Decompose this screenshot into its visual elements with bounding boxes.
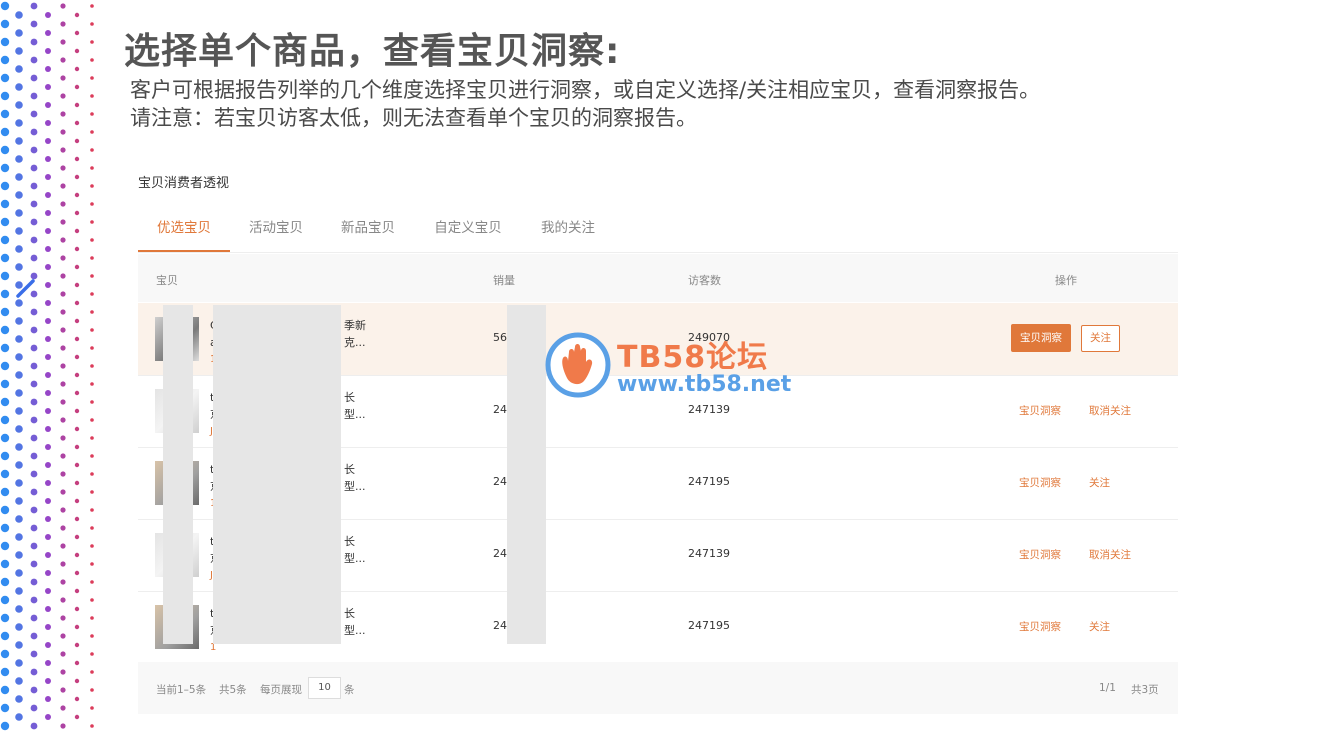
tab-campaign-items[interactable]: 活动宝贝	[236, 212, 316, 252]
slide-title: 选择单个商品，查看宝贝洞察:	[124, 31, 621, 72]
page-indicator: 1/1	[1099, 682, 1116, 694]
page-size-label: 每页展现	[260, 684, 302, 696]
tab-preferred-items[interactable]: 优选宝贝	[138, 212, 230, 252]
tab-new-items[interactable]: 新品宝贝	[328, 212, 408, 252]
item-insight-button[interactable]: 宝贝洞察	[1011, 324, 1071, 352]
visitors-value: 247139	[688, 547, 730, 560]
slide-description: 客户可根据报告列举的几个维度选择宝贝进行洞察，或自定义选择/关注相应宝贝，查看洞…	[130, 76, 1040, 132]
total-count: 共5条	[219, 684, 247, 696]
follow-button[interactable]: 关注	[1081, 325, 1120, 352]
decorative-dot-pattern	[0, 1, 94, 731]
sales-value: 56	[493, 331, 507, 344]
visitors-value: 247139	[688, 403, 730, 416]
tab-my-follows[interactable]: 我的关注	[528, 212, 608, 252]
watermark-title: TB58论坛	[617, 340, 769, 375]
watermark-url: www.tb58.net	[617, 372, 792, 397]
sales-value: 24	[493, 547, 507, 560]
page-size-unit: 条	[344, 684, 355, 696]
item-insight-link[interactable]: 宝贝洞察	[1019, 619, 1061, 634]
range-text: 当前1–5条	[156, 684, 207, 696]
redaction-block	[507, 305, 546, 644]
description-line-2: 请注意：若宝贝访客太低，则无法查看单个宝贝的洞察报告。	[130, 106, 697, 130]
pagination-bar: 当前1–5条 共5条 每页展现 10 条 1/1 共3页	[138, 662, 1178, 714]
column-actions: 操作	[1055, 274, 1077, 287]
column-item: 宝贝	[156, 274, 178, 287]
visitors-value: 247195	[688, 619, 730, 632]
unfollow-link[interactable]: 取消关注	[1089, 403, 1131, 418]
column-sales: 销量	[493, 274, 515, 287]
item-insight-link[interactable]: 宝贝洞察	[1019, 475, 1061, 490]
description-line-1: 客户可根据报告列举的几个维度选择宝贝进行洞察，或自定义选择/关注相应宝贝，查看洞…	[130, 78, 1041, 102]
hand-logo-icon	[545, 332, 611, 398]
item-insight-link[interactable]: 宝贝洞察	[1019, 403, 1061, 418]
consumer-insight-panel: 宝贝消费者透视 优选宝贝 活动宝贝 新品宝贝 自定义宝贝 我的关注 宝贝 销量 …	[138, 160, 1178, 720]
table-header: 宝贝 销量 访客数 操作	[138, 254, 1178, 302]
tab-bar: 优选宝贝 活动宝贝 新品宝贝 自定义宝贝 我的关注	[138, 212, 1178, 253]
redaction-block	[163, 305, 193, 644]
total-pages: 共3页	[1131, 684, 1159, 696]
sales-value: 24	[493, 475, 507, 488]
panel-title: 宝贝消费者透视	[138, 176, 230, 191]
page-size-input[interactable]: 10	[308, 677, 341, 699]
tab-custom-items[interactable]: 自定义宝贝	[423, 212, 513, 252]
follow-link[interactable]: 关注	[1089, 619, 1110, 634]
item-insight-link[interactable]: 宝贝洞察	[1019, 547, 1061, 562]
unfollow-link[interactable]: 取消关注	[1089, 547, 1131, 562]
site-watermark: TB58论坛 www.tb58.net	[545, 330, 805, 402]
sales-value: 24	[493, 619, 507, 632]
visitors-value: 247195	[688, 475, 730, 488]
follow-link[interactable]: 关注	[1089, 475, 1110, 490]
sales-value: 24	[493, 403, 507, 416]
redaction-block	[213, 305, 341, 644]
column-visitors: 访客数	[688, 274, 721, 287]
